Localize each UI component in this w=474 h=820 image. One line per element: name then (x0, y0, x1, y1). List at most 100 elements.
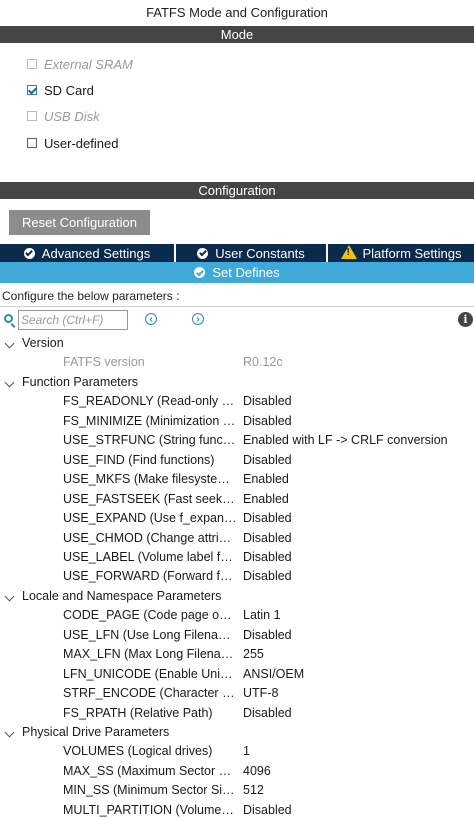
parameter-value: Enabled (243, 472, 289, 487)
parameter-name: USE_LABEL (Volume label f… (63, 549, 233, 564)
chevron-down-icon[interactable] (4, 727, 15, 738)
check-circle-icon (23, 247, 35, 259)
chevron-down-icon[interactable] (4, 377, 15, 388)
tab-platform-settings[interactable]: Platform Settings (326, 244, 474, 262)
parameter-value: Disabled (243, 394, 292, 409)
mode-header: Mode (0, 26, 474, 43)
parameter-name: FS_RPATH (Relative Path) (63, 705, 213, 720)
parameter-name: LFN_UNICODE (Enable Unic… (63, 666, 238, 681)
previous-result-icon[interactable]: ‹ (145, 313, 157, 325)
search-icon (4, 314, 13, 323)
parameter-row[interactable]: USE_CHMOD (Change attrib… Disabled (0, 529, 474, 548)
mode-option-usb-disk[interactable]: USB Disk (27, 106, 100, 126)
chevron-down-icon[interactable] (4, 591, 15, 602)
parameter-value: Disabled (243, 627, 292, 642)
tab-set-defines[interactable]: Set Defines (0, 262, 474, 283)
parameter-row[interactable]: FS_READONLY (Read-only … Disabled (0, 392, 474, 411)
tab-label: Advanced Settings (41, 245, 151, 261)
parameter-row[interactable]: USE_LFN (Use Long Filename) Disabled (0, 626, 474, 645)
parameter-value: UTF-8 (243, 686, 279, 701)
parameter-value: Disabled (243, 802, 292, 817)
parameter-name: MIN_SS (Minimum Sector Si… (63, 783, 235, 798)
tree-group-row[interactable]: Locale and Namespace Parameters (0, 587, 474, 606)
parameter-name: STRF_ENCODE (Character e… (63, 686, 238, 701)
mode-option-label: User-defined (44, 135, 119, 151)
mode-option-sd-card[interactable]: SD Card (27, 80, 94, 100)
parameter-value: 512 (243, 783, 264, 798)
configure-instructions: Configure the below parameters : (2, 289, 180, 303)
parameter-name: CODE_PAGE (Code page on… (63, 608, 238, 623)
mode-option-label: External SRAM (44, 56, 133, 72)
parameter-value: Disabled (243, 705, 292, 720)
tab-advanced-settings[interactable]: Advanced Settings (0, 244, 174, 262)
tree-group-row[interactable]: Version (0, 334, 474, 353)
parameter-name: FS_READONLY (Read-only … (63, 394, 235, 409)
parameter-name: USE_FIND (Find functions) (63, 452, 215, 467)
mode-option-external-sram[interactable]: External SRAM (27, 54, 133, 74)
parameter-name: USE_STRFUNC (String funct… (63, 433, 238, 448)
parameter-name: VOLUMES (Logical drives) (63, 744, 213, 759)
tab-label: Set Defines (212, 265, 280, 280)
parameter-name: USE_CHMOD (Change attrib… (63, 530, 238, 545)
parameter-row[interactable]: MULTI_PARTITION (Volume… Disabled (0, 801, 474, 820)
parameter-value: Disabled (243, 530, 292, 545)
parameter-row[interactable]: USE_EXPAND (Use f_expan… Disabled (0, 509, 474, 528)
tree-group-label: Physical Drive Parameters (22, 725, 170, 739)
parameter-name: MAX_LFN (Max Long Filena… (63, 647, 234, 662)
search-input[interactable] (18, 310, 128, 330)
parameter-row[interactable]: FS_MINIMIZE (Minimization l… Disabled (0, 412, 474, 431)
mode-option-user-defined[interactable]: User-defined (27, 133, 118, 153)
parameter-row[interactable]: USE_STRFUNC (String funct… Enabled with L… (0, 431, 474, 450)
info-icon[interactable]: i (458, 312, 473, 327)
parameter-value: Disabled (243, 413, 292, 428)
tab-user-constants[interactable]: User Constants (174, 244, 326, 262)
mode-option-label: USB Disk (44, 108, 100, 124)
parameter-row[interactable]: MIN_SS (Minimum Sector Si… 512 (0, 781, 474, 800)
parameter-row[interactable]: USE_FIND (Find functions) Disabled (0, 451, 474, 470)
tree-group-row[interactable]: Physical Drive Parameters (0, 723, 474, 742)
tree-group-label: Function Parameters (22, 374, 139, 389)
checkbox-checked-icon[interactable] (27, 85, 37, 95)
next-result-icon[interactable]: › (192, 313, 204, 325)
parameter-row[interactable]: LFN_UNICODE (Enable Unic… ANSI/OEM (0, 665, 474, 684)
parameter-value: ANSI/OEM (243, 666, 305, 681)
parameter-value: R0.12c (243, 355, 283, 370)
reset-configuration-button[interactable]: Reset Configuration (9, 210, 150, 235)
parameter-value: 1 (243, 744, 250, 759)
parameter-name: USE_FORWARD (Forward fu… (63, 569, 238, 584)
parameter-name: FATFS version (63, 355, 145, 370)
tree-group-label: Locale and Namespace Parameters (22, 588, 222, 603)
parameter-row[interactable]: VOLUMES (Logical drives) 1 (0, 742, 474, 761)
mode-option-label: SD Card (44, 82, 94, 98)
checkbox-icon[interactable] (27, 111, 37, 121)
parameter-row[interactable]: STRF_ENCODE (Character e… UTF-8 (0, 684, 474, 703)
parameter-row[interactable]: FATFS version R0.12c (0, 353, 474, 372)
window-title: FATFS Mode and Configuration (146, 5, 328, 20)
parameter-value: Disabled (243, 569, 292, 584)
parameter-value: Latin 1 (243, 608, 281, 623)
parameter-row[interactable]: USE_MKFS (Make filesyste… Enabled (0, 470, 474, 489)
parameter-row[interactable]: USE_FORWARD (Forward fu… Disabled (0, 567, 474, 586)
parameter-row[interactable]: CODE_PAGE (Code page on… Latin 1 (0, 606, 474, 625)
parameter-name: USE_FASTSEEK (Fast seek… (63, 491, 235, 506)
parameter-value: Disabled (243, 452, 292, 467)
checkbox-icon[interactable] (27, 59, 37, 69)
tab-label: Platform Settings (362, 245, 462, 261)
chevron-down-icon[interactable] (4, 338, 15, 349)
tree-group-row[interactable]: Function Parameters (0, 373, 474, 392)
check-circle-icon (197, 247, 209, 259)
parameter-value: 255 (243, 647, 264, 662)
parameter-value: Enabled (243, 491, 289, 506)
parameter-row[interactable]: MAX_SS (Maximum Sector … 4096 (0, 762, 474, 781)
parameter-name: FS_MINIMIZE (Minimization l… (63, 413, 238, 428)
parameter-name: USE_LFN (Use Long Filename) (63, 627, 238, 642)
parameter-name: USE_EXPAND (Use f_expan… (63, 511, 237, 526)
tree-group-label: Version (22, 336, 64, 350)
parameter-row[interactable]: FS_RPATH (Relative Path) Disabled (0, 704, 474, 723)
parameter-row[interactable]: USE_LABEL (Volume label f… Disabled (0, 548, 474, 567)
parameter-name: MULTI_PARTITION (Volume… (63, 802, 234, 817)
parameter-row[interactable]: MAX_LFN (Max Long Filena… 255 (0, 645, 474, 664)
parameter-value: 4096 (243, 763, 271, 778)
checkbox-icon[interactable] (27, 138, 37, 148)
parameter-row[interactable]: USE_FASTSEEK (Fast seek… Enabled (0, 490, 474, 509)
